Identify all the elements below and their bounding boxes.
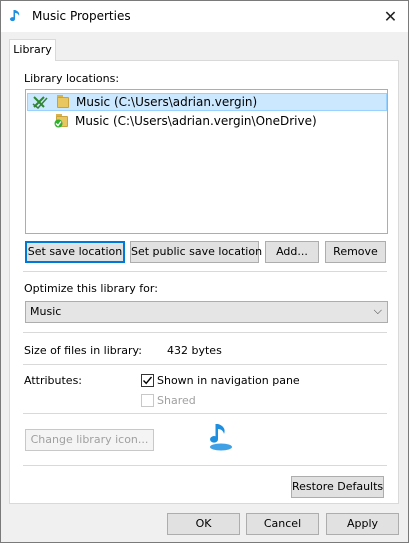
set-save-location-button[interactable]: Set save location xyxy=(25,241,125,263)
separator xyxy=(23,413,387,414)
close-icon: ✕ xyxy=(383,7,398,26)
list-item-label: Music (C:\Users\adrian.vergin\OneDrive) xyxy=(75,114,317,128)
close-button[interactable]: ✕ xyxy=(373,1,408,32)
library-music-icon xyxy=(210,424,232,451)
list-item[interactable]: Music (C:\Users\adrian.vergin) xyxy=(27,93,387,111)
optimize-dropdown[interactable]: Music ⌵ xyxy=(25,301,388,323)
default-save-location-icon xyxy=(32,96,48,109)
folder-icon xyxy=(55,95,71,109)
separator xyxy=(23,364,387,365)
cancel-button[interactable]: Cancel xyxy=(246,513,319,535)
attributes-label: Attributes: xyxy=(24,374,83,387)
folder-synced-icon xyxy=(54,114,70,128)
separator xyxy=(23,332,387,333)
ok-button[interactable]: OK xyxy=(167,513,240,535)
change-library-icon-button: Change library icon... xyxy=(25,429,154,451)
list-item-label: Music (C:\Users\adrian.vergin) xyxy=(76,95,258,109)
list-item[interactable]: Music (C:\Users\adrian.vergin\OneDrive) xyxy=(27,113,387,131)
remove-location-button[interactable]: Remove xyxy=(325,241,386,263)
separator xyxy=(23,465,387,466)
add-location-button[interactable]: Add... xyxy=(265,241,319,263)
optimize-selected-value: Music xyxy=(30,305,62,318)
apply-button[interactable]: Apply xyxy=(326,513,399,535)
chevron-down-icon: ⌵ xyxy=(373,304,382,317)
music-note-icon xyxy=(10,10,20,22)
shown-in-nav-label[interactable]: Shown in navigation pane xyxy=(157,374,300,387)
size-value: 432 bytes xyxy=(167,344,222,357)
music-properties-dialog: Music Properties ✕ Library Library locat… xyxy=(0,0,409,543)
set-public-save-location-button[interactable]: Set public save location xyxy=(130,241,262,263)
window-title: Music Properties xyxy=(32,9,131,23)
separator xyxy=(23,271,387,272)
shared-checkbox xyxy=(141,394,154,407)
library-locations-list[interactable]: Music (C:\Users\adrian.vergin) Music (C:… xyxy=(25,89,388,234)
title-bar: Music Properties ✕ xyxy=(1,1,408,32)
shared-label: Shared xyxy=(157,394,196,407)
tab-library[interactable]: Library xyxy=(9,39,56,61)
size-label: Size of files in library: xyxy=(24,344,142,357)
restore-defaults-button[interactable]: Restore Defaults xyxy=(291,476,384,498)
optimize-label: Optimize this library for: xyxy=(24,282,158,295)
library-locations-label: Library locations: xyxy=(24,72,120,85)
checkmark-icon xyxy=(142,376,153,385)
shown-in-nav-checkbox[interactable] xyxy=(141,374,154,387)
